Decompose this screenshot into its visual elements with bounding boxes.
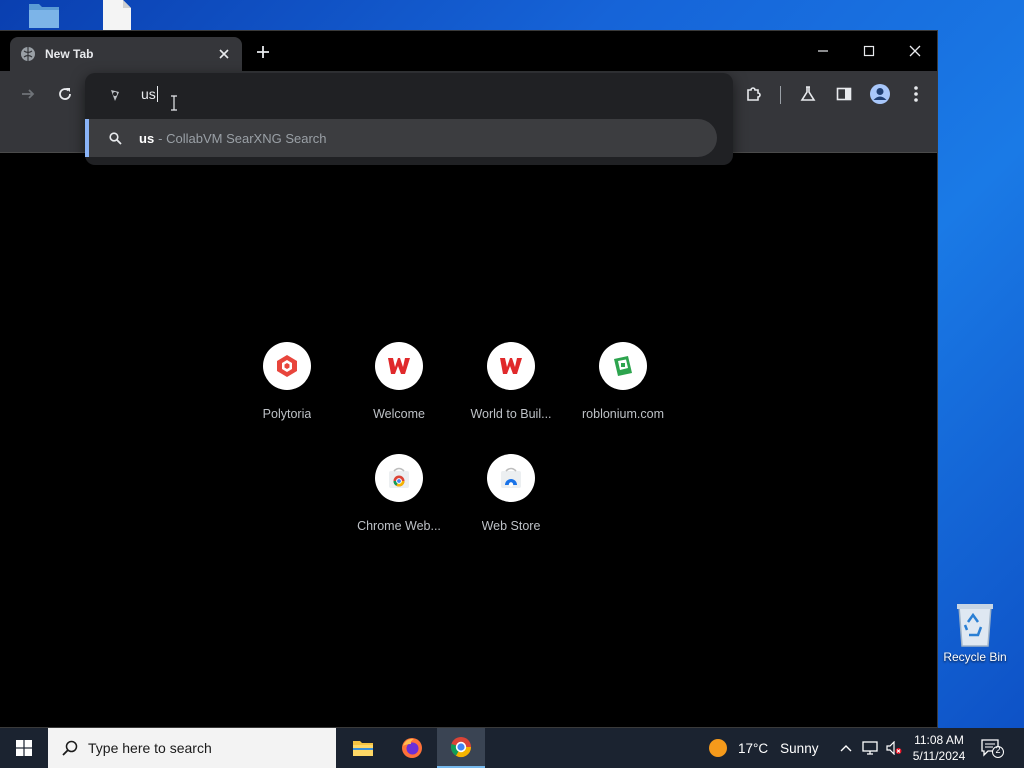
start-button[interactable] — [0, 728, 48, 768]
roblonium-icon — [599, 342, 647, 390]
shortcut-label: Web Store — [481, 519, 541, 533]
shortcut-tile[interactable]: Chrome Web... — [343, 454, 455, 554]
shortcut-label: roblonium.com — [582, 407, 664, 421]
shortcut-tile[interactable]: Polytoria — [231, 342, 343, 442]
notifications-button[interactable]: 2 — [980, 738, 1004, 758]
windows-logo-icon — [16, 740, 32, 756]
polytoria-icon — [263, 342, 311, 390]
file-desktop-icon[interactable] — [101, 0, 133, 30]
search-icon — [62, 740, 78, 756]
w-logo-icon — [487, 342, 535, 390]
more-vert-icon — [914, 86, 918, 102]
tab-title: New Tab — [45, 47, 94, 61]
profile-button[interactable] — [867, 81, 893, 107]
web-store-icon — [487, 454, 535, 502]
volume-button[interactable] — [886, 740, 902, 756]
title-bar: New Tab — [0, 31, 937, 71]
shortcut-tile[interactable]: roblonium.com — [567, 342, 679, 442]
shortcut-label: Polytoria — [262, 407, 312, 421]
minimize-button[interactable] — [801, 37, 845, 65]
shortcut-tile[interactable]: Web Store — [455, 454, 567, 554]
labs-button[interactable] — [795, 81, 821, 107]
chrome-web-store-icon — [375, 454, 423, 502]
clock-date: 5/11/2024 — [912, 749, 966, 763]
suggestion-text: us - CollabVM SearXNG Search — [139, 131, 327, 146]
avatar-icon — [870, 84, 890, 104]
browser-window: New Tab us us - CollabVM SearXNG Search … — [0, 30, 938, 728]
close-window-button[interactable] — [893, 37, 937, 65]
network-icon — [862, 741, 878, 755]
weather-temp: 17°C — [738, 740, 769, 756]
forward-button[interactable] — [15, 81, 41, 107]
address-input[interactable]: us — [141, 86, 158, 102]
side-panel-icon — [836, 87, 852, 101]
folder-icon — [353, 741, 373, 756]
tab-close-icon[interactable] — [216, 46, 232, 62]
maximize-button[interactable] — [847, 37, 891, 65]
shortcut-tile[interactable]: Welcome — [343, 342, 455, 442]
recycle-bin-label: Recycle Bin — [943, 650, 1007, 664]
address-input-row[interactable]: us — [85, 73, 733, 117]
shortcut-tile[interactable]: World to Buil... — [455, 342, 567, 442]
volume-muted-icon — [886, 741, 902, 755]
shortcut-label: Welcome — [373, 407, 425, 421]
recycle-bin-icon — [957, 604, 993, 647]
maximize-icon — [863, 45, 875, 57]
notification-count: 2 — [995, 745, 1001, 755]
side-panel-button[interactable] — [831, 81, 857, 107]
tab-new-tab[interactable]: New Tab — [10, 37, 242, 71]
plus-icon — [257, 46, 269, 58]
clock-time: 11:08 AM — [914, 733, 964, 747]
reload-icon — [59, 88, 71, 100]
taskbar-search[interactable]: Type here to search — [48, 728, 336, 768]
w-logo-icon — [375, 342, 423, 390]
weather-condition: Sunny — [780, 740, 819, 756]
suggestion-description: - CollabVM SearXNG Search — [158, 130, 327, 146]
close-icon — [909, 45, 921, 57]
show-hidden-icons-button[interactable] — [838, 740, 854, 756]
search-engine-icon — [107, 87, 123, 103]
chevron-up-icon — [840, 745, 852, 752]
weather-widget[interactable]: 17°C Sunny — [708, 728, 818, 768]
sun-icon — [709, 739, 727, 757]
suggestion-query: us — [139, 130, 155, 146]
ibeam-cursor-icon — [171, 95, 177, 111]
new-tab-button[interactable] — [252, 41, 274, 63]
firefox-icon — [402, 738, 422, 758]
flask-icon — [800, 86, 816, 101]
shortcut-label: World to Buil... — [470, 407, 552, 421]
network-button[interactable] — [862, 740, 878, 756]
search-icon — [107, 130, 123, 146]
folder-desktop-icon[interactable] — [28, 0, 60, 28]
search-placeholder: Type here to search — [88, 740, 212, 756]
chrome-icon — [451, 737, 472, 758]
omnibox[interactable]: us us - CollabVM SearXNG Search — [85, 73, 733, 165]
clock[interactable]: 11:08 AM 5/11/2024 — [908, 732, 970, 764]
file-explorer-button[interactable] — [339, 728, 387, 768]
omnibox-suggestion[interactable]: us - CollabVM SearXNG Search — [85, 119, 717, 157]
chrome-button[interactable] — [437, 728, 485, 768]
menu-button[interactable] — [903, 81, 929, 107]
globe-icon — [20, 46, 36, 62]
minimize-icon — [818, 50, 828, 52]
recycle-bin[interactable]: Recycle Bin — [940, 600, 1010, 664]
taskbar: Type here to search 17°C Sunny 11:08 AM … — [0, 728, 1024, 768]
reload-button[interactable] — [52, 81, 78, 107]
text-caret — [156, 86, 158, 102]
firefox-button[interactable] — [388, 728, 436, 768]
arrow-right-icon — [22, 89, 35, 99]
puzzle-icon — [747, 87, 761, 101]
toolbar-divider — [780, 86, 781, 104]
extensions-button[interactable] — [741, 81, 767, 107]
shortcut-label: Chrome Web... — [357, 519, 441, 533]
